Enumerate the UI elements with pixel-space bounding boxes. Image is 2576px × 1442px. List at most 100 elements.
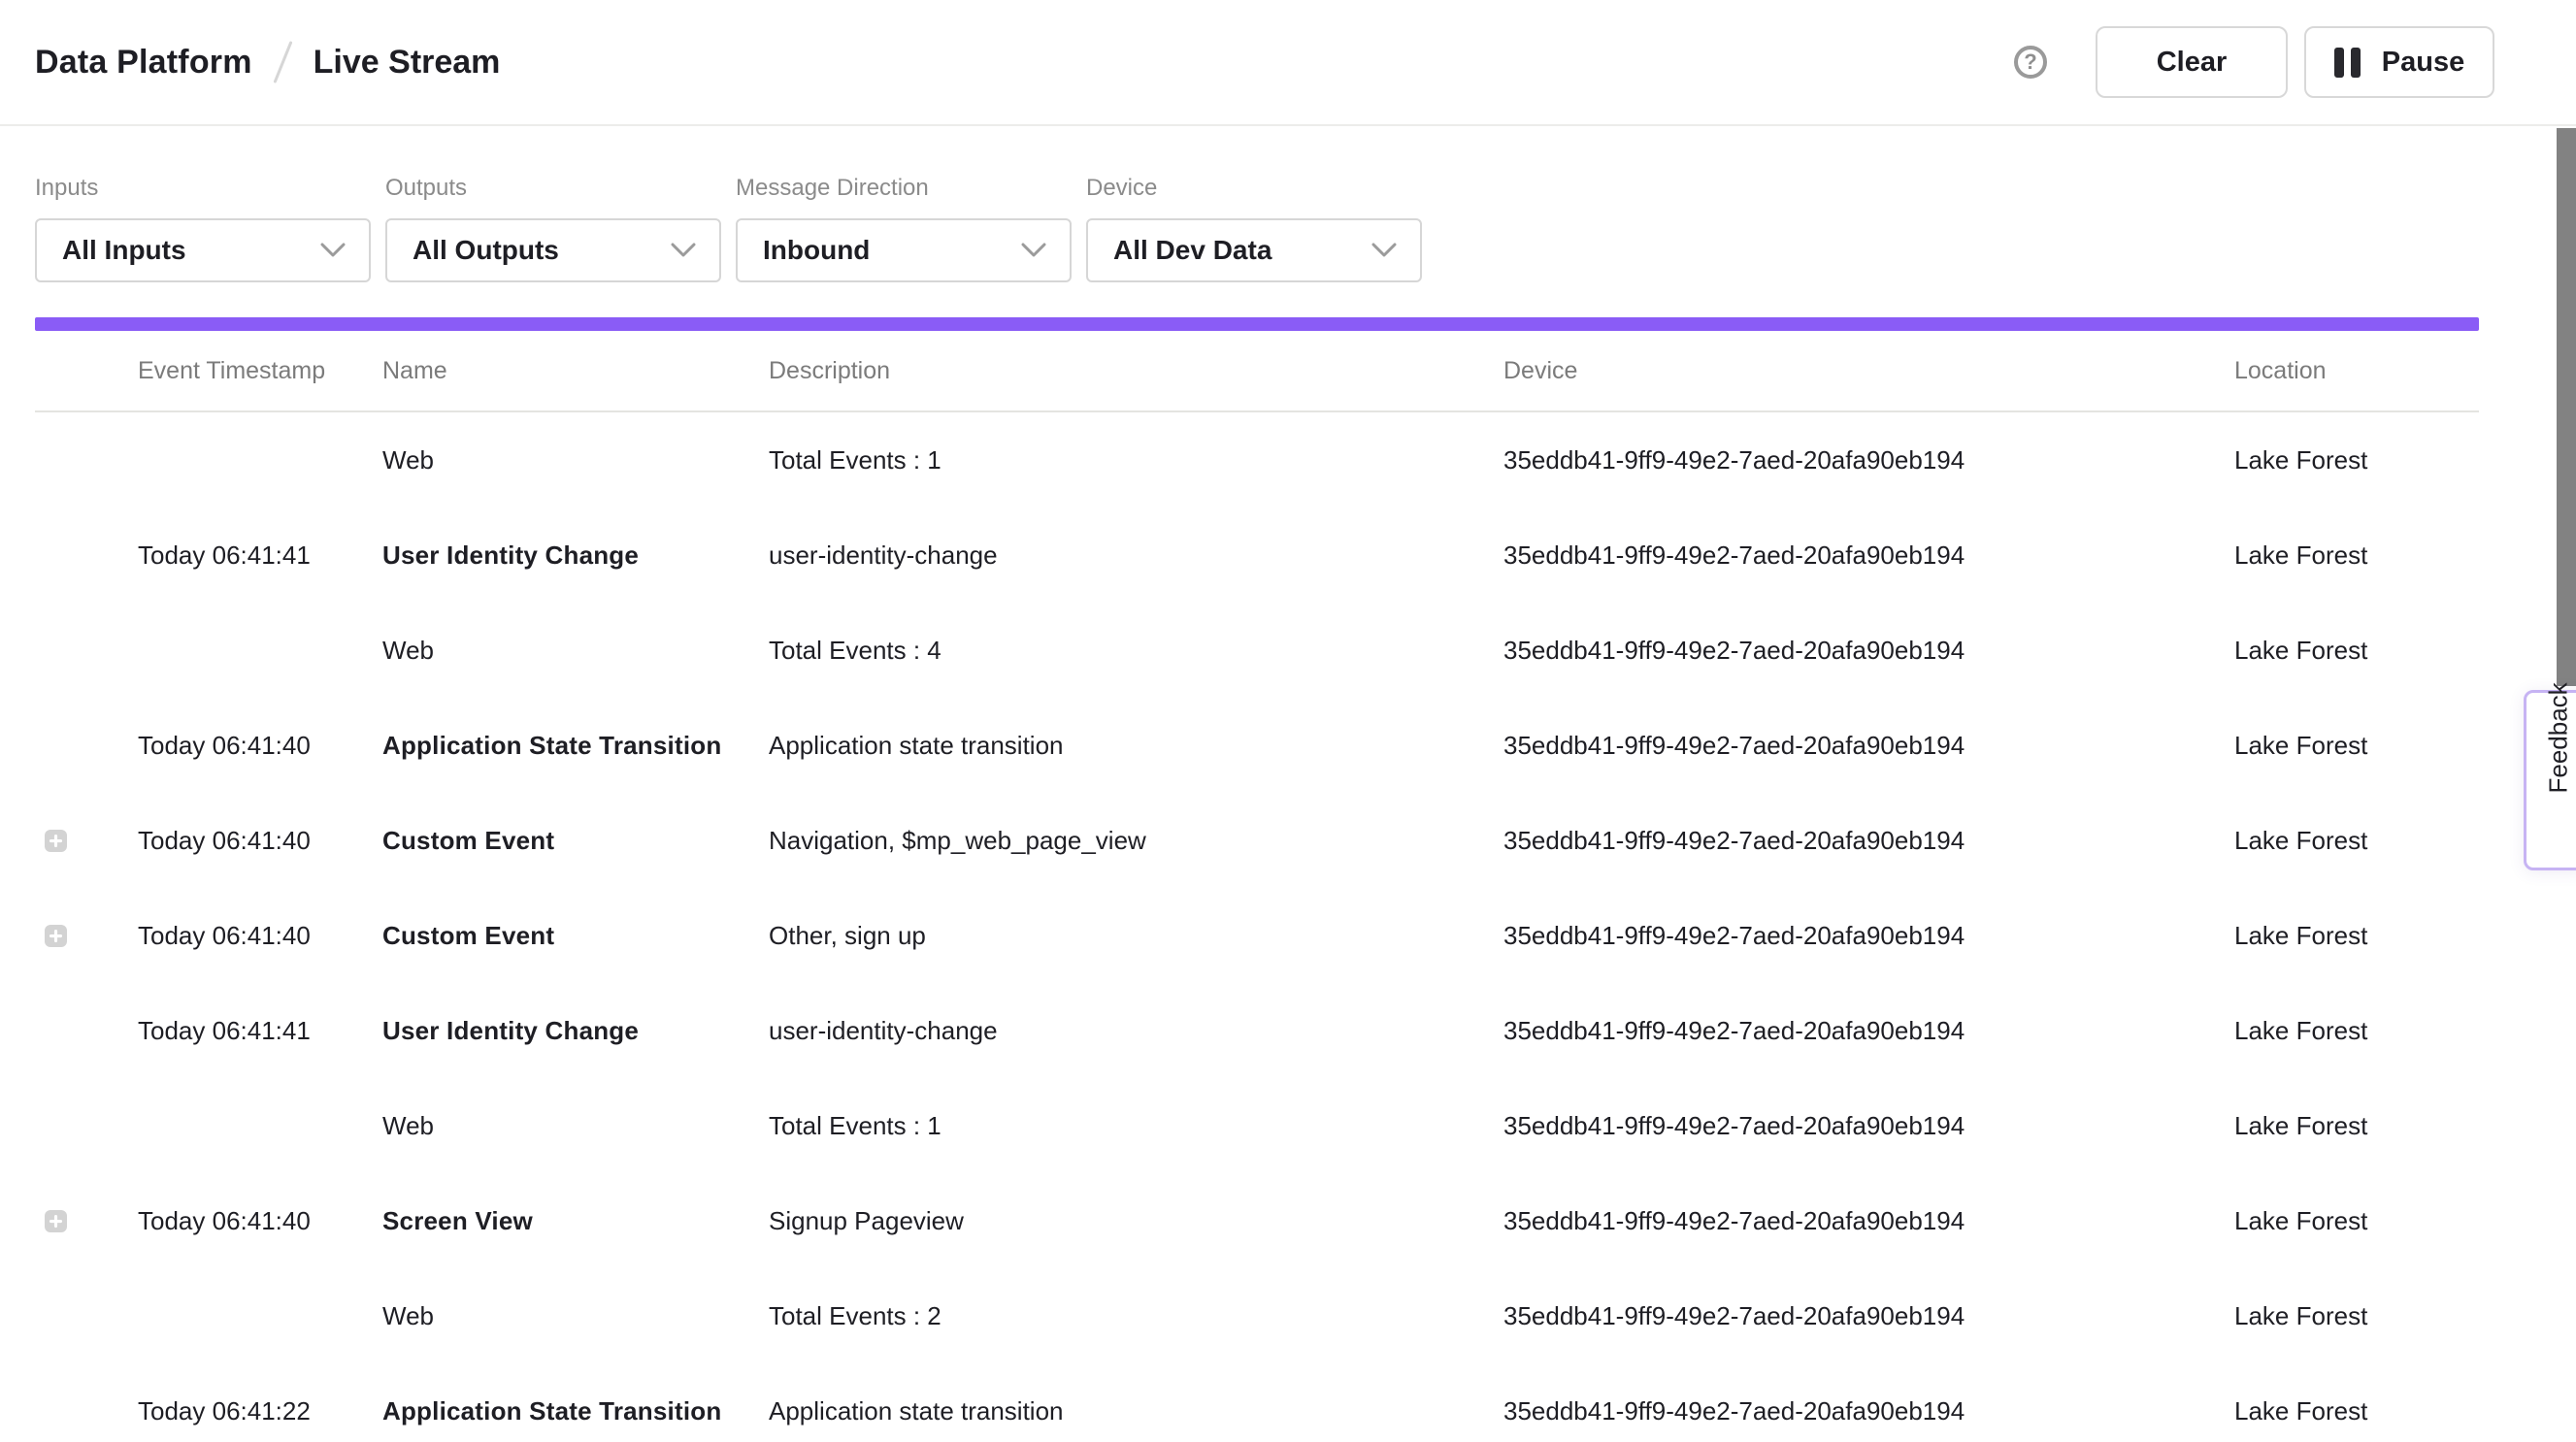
page-header: Data Platform Live Stream ? Clear Pause [0,0,2576,126]
event-description-cell: Other, sign up [769,921,1503,951]
device-dropdown-value: All Dev Data [1113,235,1271,266]
expand-row-button[interactable] [45,1210,67,1232]
event-name-cell: Custom Event [382,826,769,856]
event-device-cell: 35eddb41-9ff9-49e2-7aed-20afa90eb194 [1503,731,2234,761]
event-location-cell: Lake Forest [2234,731,2479,761]
event-name-cell: User Identity Change [382,541,769,571]
event-description-cell: Total Events : 1 [769,1111,1503,1141]
feedback-tab-label: Feedback [2544,768,2574,793]
filter-outputs-label: Outputs [385,175,721,202]
event-location-cell: Lake Forest [2234,541,2479,571]
event-location-cell: Lake Forest [2234,1301,2479,1331]
column-header-description: Description [769,357,1503,385]
event-name-cell: Web [382,445,769,475]
event-description-cell: Signup Pageview [769,1206,1503,1236]
events-table: Event Timestamp Name Description Device … [35,331,2479,1442]
event-description-cell: Navigation, $mp_web_page_view [769,826,1503,856]
event-location-cell: Lake Forest [2234,1016,2479,1046]
outputs-dropdown-value: All Outputs [413,235,559,266]
message-direction-dropdown[interactable]: Inbound [736,218,1072,282]
event-name-cell: Application State Transition [382,1396,769,1426]
event-device-cell: 35eddb41-9ff9-49e2-7aed-20afa90eb194 [1503,445,2234,475]
event-device-cell: 35eddb41-9ff9-49e2-7aed-20afa90eb194 [1503,1206,2234,1236]
device-dropdown[interactable]: All Dev Data [1086,218,1422,282]
clear-button[interactable]: Clear [2096,26,2288,98]
chevron-down-icon [320,243,346,258]
filter-bar: Inputs All Inputs Outputs All Outputs Me… [0,126,2576,282]
pause-button[interactable]: Pause [2304,26,2494,98]
event-timestamp-cell: Today 06:41:40 [138,826,382,856]
inputs-dropdown[interactable]: All Inputs [35,218,371,282]
table-body: Web Total Events : 1 35eddb41-9ff9-49e2-… [35,412,2479,1442]
message-direction-dropdown-value: Inbound [763,235,870,266]
breadcrumb-page-title: Live Stream [314,44,501,82]
table-row[interactable]: Today 06:41:40 Custom Event Other, sign … [35,888,2479,983]
event-description-cell: Application state transition [769,731,1503,761]
event-location-cell: Lake Forest [2234,636,2479,666]
header-actions: ? Clear Pause [2014,26,2494,98]
event-timestamp-cell: Today 06:41:40 [138,921,382,951]
feedback-tab[interactable]: Feedback [2524,690,2576,870]
event-device-cell: 35eddb41-9ff9-49e2-7aed-20afa90eb194 [1503,1301,2234,1331]
event-timestamp-cell: Today 06:41:40 [138,1206,382,1236]
event-timestamp-cell: Today 06:41:41 [138,1016,382,1046]
filter-outputs: Outputs All Outputs [385,175,721,282]
event-location-cell: Lake Forest [2234,826,2479,856]
table-header-row: Event Timestamp Name Description Device … [35,331,2479,412]
event-name-cell: Custom Event [382,921,769,951]
filter-device-label: Device [1086,175,1422,202]
column-header-event-timestamp: Event Timestamp [138,357,382,385]
table-row[interactable]: Web Total Events : 2 35eddb41-9ff9-49e2-… [35,1268,2479,1363]
table-row[interactable]: Web Total Events : 1 35eddb41-9ff9-49e2-… [35,1078,2479,1173]
chevron-down-icon [1371,243,1397,258]
event-description-cell: Application state transition [769,1396,1503,1426]
event-description-cell: user-identity-change [769,1016,1503,1046]
event-timestamp-cell: Today 06:41:22 [138,1396,382,1426]
table-row[interactable]: Today 06:41:40 Screen View Signup Pagevi… [35,1173,2479,1268]
event-name-cell: Web [382,636,769,666]
table-row[interactable]: Web Total Events : 1 35eddb41-9ff9-49e2-… [35,412,2479,508]
pause-icon [2334,48,2361,78]
event-location-cell: Lake Forest [2234,921,2479,951]
table-row[interactable]: Today 06:41:41 User Identity Change user… [35,508,2479,603]
clear-button-label: Clear [2157,47,2228,79]
table-row[interactable]: Today 06:41:40 Custom Event Navigation, … [35,793,2479,888]
event-name-cell: Web [382,1301,769,1331]
event-name-cell: Application State Transition [382,731,769,761]
event-location-cell: Lake Forest [2234,1206,2479,1236]
column-header-location: Location [2234,357,2479,385]
event-device-cell: 35eddb41-9ff9-49e2-7aed-20afa90eb194 [1503,1016,2234,1046]
event-device-cell: 35eddb41-9ff9-49e2-7aed-20afa90eb194 [1503,636,2234,666]
filter-inputs-label: Inputs [35,175,371,202]
event-device-cell: 35eddb41-9ff9-49e2-7aed-20afa90eb194 [1503,921,2234,951]
event-name-cell: Screen View [382,1206,769,1236]
expand-row-button[interactable] [45,925,67,947]
event-description-cell: user-identity-change [769,541,1503,571]
event-name-cell: User Identity Change [382,1016,769,1046]
vertical-scrollbar-thumb[interactable] [2557,128,2576,686]
event-name-cell: Web [382,1111,769,1141]
event-device-cell: 35eddb41-9ff9-49e2-7aed-20afa90eb194 [1503,541,2234,571]
help-icon[interactable]: ? [2014,46,2047,79]
chevron-down-icon [1021,243,1046,258]
table-row[interactable]: Today 06:41:22 Application State Transit… [35,1363,2479,1442]
event-description-cell: Total Events : 2 [769,1301,1503,1331]
filter-message-direction-label: Message Direction [736,175,1072,202]
chevron-down-icon [671,243,696,258]
event-description-cell: Total Events : 4 [769,636,1503,666]
event-device-cell: 35eddb41-9ff9-49e2-7aed-20afa90eb194 [1503,826,2234,856]
table-row[interactable]: Web Total Events : 4 35eddb41-9ff9-49e2-… [35,603,2479,698]
filter-device: Device All Dev Data [1086,175,1422,282]
filter-inputs: Inputs All Inputs [35,175,371,282]
event-timestamp-cell: Today 06:41:40 [138,731,382,761]
event-device-cell: 35eddb41-9ff9-49e2-7aed-20afa90eb194 [1503,1396,2234,1426]
table-row[interactable]: Today 06:41:40 Application State Transit… [35,698,2479,793]
event-location-cell: Lake Forest [2234,1396,2479,1426]
breadcrumb-separator [273,41,292,83]
column-header-device: Device [1503,357,2234,385]
expand-row-button[interactable] [45,830,67,852]
event-location-cell: Lake Forest [2234,1111,2479,1141]
breadcrumb-section[interactable]: Data Platform [35,44,252,82]
table-row[interactable]: Today 06:41:41 User Identity Change user… [35,983,2479,1078]
outputs-dropdown[interactable]: All Outputs [385,218,721,282]
